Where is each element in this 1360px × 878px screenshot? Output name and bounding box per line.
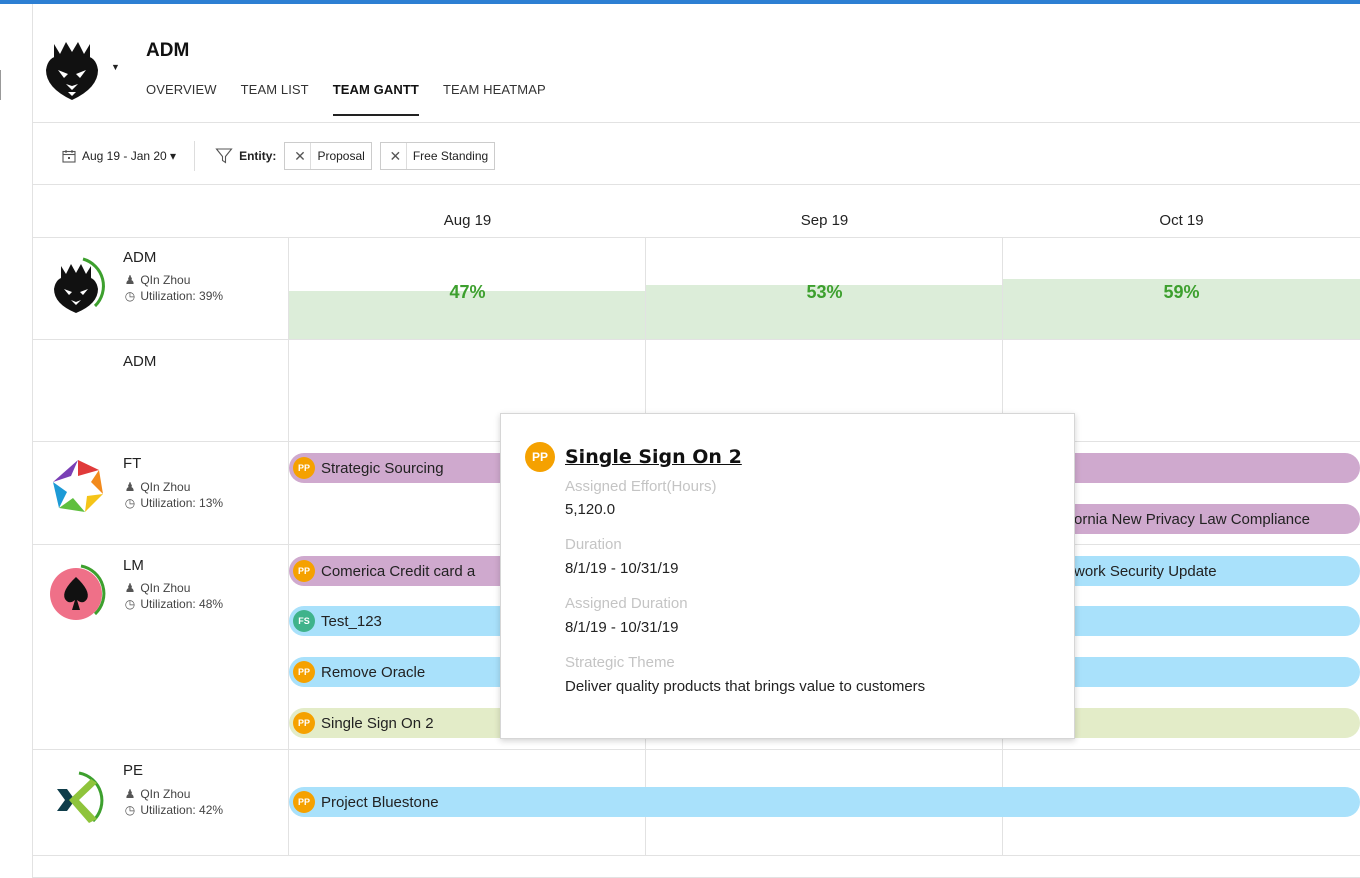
utilization-percent: 53%: [806, 282, 843, 302]
resource-utilization: Utilization: 13%: [140, 496, 224, 510]
chip-label: Proposal: [317, 149, 365, 163]
project-bar-label: Test_123: [321, 612, 382, 630]
header-divider: [33, 122, 1360, 123]
tab-overview[interactable]: OVERVIEW: [146, 82, 217, 116]
lm-spade-avatar: [50, 564, 106, 620]
tab-bar: OVERVIEW TEAM LIST TEAM GANTT TEAM HEATM…: [146, 82, 570, 116]
entity-label: Entity:: [239, 149, 277, 163]
resource-meta: ♟ QIn Zhou ◷ Utilization: 39%: [123, 272, 223, 304]
proposal-badge-icon: PP: [293, 560, 315, 582]
proposal-badge-icon: PP: [293, 457, 315, 479]
proposal-badge-icon: PP: [525, 442, 555, 472]
logo-dropdown-caret-icon[interactable]: ▼: [111, 62, 120, 72]
project-bar-label: Project Bluestone: [321, 793, 439, 811]
project-bar-label: Comerica Credit card a: [321, 562, 476, 580]
resource-name: LM: [123, 557, 144, 574]
lion-logo-icon[interactable]: [34, 30, 110, 106]
utilization-percent: 59%: [1163, 282, 1200, 302]
calendar-icon: [62, 150, 76, 163]
clock-icon: ◷: [124, 496, 136, 510]
row-divider: [33, 339, 1360, 340]
date-range-label: Aug 19 - Jan 20 ▾: [82, 149, 177, 163]
project-bar-label: Remove Oracle: [321, 663, 426, 681]
project-bar-label: Strategic Sourcing: [321, 459, 444, 477]
row-divider: [33, 237, 1360, 238]
resource-meta: ♟ QIn Zhou ◷ Utilization: 13%: [123, 479, 223, 511]
project-tooltip: PP Single Sign On 2 Assigned Effort(Hour…: [500, 413, 1075, 739]
adm-lion-avatar: [54, 257, 105, 313]
tooltip-field-label: Assigned Duration: [565, 595, 688, 612]
pe-chevron-avatar: [57, 771, 104, 823]
tab-team-heatmap[interactable]: TEAM HEATMAP: [443, 82, 546, 116]
tab-team-list[interactable]: TEAM LIST: [241, 82, 309, 116]
resource-owner: QIn Zhou: [140, 787, 191, 801]
project-bar-label: ornia New Privacy Law Compliance: [1074, 510, 1310, 528]
tooltip-field-label: Strategic Theme: [565, 654, 675, 671]
tooltip-field-value: Deliver quality products that brings val…: [565, 678, 926, 695]
tooltip-field-label: Duration: [565, 536, 622, 553]
user-icon: ♟: [124, 273, 136, 287]
free-standing-badge-icon: FS: [293, 610, 315, 632]
date-range-picker[interactable]: Aug 19 - Jan 20 ▾: [62, 149, 176, 163]
proposal-badge-icon: PP: [293, 661, 315, 683]
resource-name: ADM: [123, 249, 157, 266]
project-bar[interactable]: PP Project Bluestone: [289, 787, 1360, 817]
resource-meta: ♟ QIn Zhou ◷ Utilization: 42%: [123, 786, 223, 818]
tooltip-field-value: 5,120.0: [565, 501, 616, 518]
month-header: Sep 19: [800, 212, 849, 229]
filter-bar: Aug 19 - Jan 20 ▾ Entity: ✕ Proposal ✕ F…: [62, 141, 503, 171]
user-icon: ♟: [124, 480, 136, 494]
proposal-badge-icon: PP: [293, 791, 315, 813]
filter-divider: [194, 141, 196, 171]
filter-icon[interactable]: [215, 147, 233, 165]
user-icon: ♟: [124, 581, 136, 595]
project-bar[interactable]: ornia New Privacy Law Compliance: [1068, 504, 1360, 534]
remove-chip-icon[interactable]: ✕: [289, 143, 312, 169]
page-title: ADM: [146, 40, 190, 61]
clock-icon: ◷: [124, 597, 136, 611]
remove-chip-icon[interactable]: ✕: [385, 143, 407, 169]
month-header: Aug 19: [443, 212, 492, 229]
resource-utilization: Utilization: 42%: [140, 803, 224, 817]
chip-free-standing[interactable]: ✕ Free Standing: [379, 142, 496, 170]
filter-bar-divider: [33, 184, 1360, 185]
proposal-badge-icon: PP: [293, 712, 315, 734]
tooltip-header: PP Single Sign On 2: [525, 442, 742, 472]
utilization-percent: 47%: [449, 282, 486, 302]
resource-name: FT: [123, 455, 142, 472]
tooltip-field-value: 8/1/19 - 10/31/19: [565, 560, 679, 577]
tooltip-project-link[interactable]: Single Sign On 2: [565, 446, 742, 468]
row-divider: [33, 749, 1360, 750]
resource-utilization: Utilization: 39%: [140, 289, 224, 303]
chip-proposal[interactable]: ✕ Proposal: [284, 142, 372, 170]
tab-team-gantt[interactable]: TEAM GANTT: [332, 82, 419, 116]
resource-owner: QIn Zhou: [140, 581, 191, 595]
resource-meta: ♟ QIn Zhou ◷ Utilization: 48%: [123, 580, 223, 612]
ft-hexagon-avatar: [53, 460, 103, 512]
clock-icon: ◷: [124, 803, 136, 817]
left-edge-divider: [0, 70, 1, 100]
project-bar-label: work Security Update: [1074, 562, 1217, 580]
project-bar-label: Single Sign On 2: [321, 714, 434, 732]
tooltip-field-label: Assigned Effort(Hours): [565, 478, 717, 495]
resource-owner: QIn Zhou: [140, 480, 191, 494]
chip-label: Free Standing: [412, 149, 489, 163]
resource-owner: QIn Zhou: [140, 273, 191, 287]
resource-name: PE: [123, 762, 144, 779]
clock-icon: ◷: [124, 289, 136, 303]
month-header: Oct 19: [1159, 212, 1204, 229]
project-bar[interactable]: work Security Update: [1068, 556, 1360, 586]
project-bar[interactable]: PP Comerica Credit card a: [289, 556, 501, 586]
resource-utilization: Utilization: 48%: [140, 597, 224, 611]
tooltip-field-value: 8/1/19 - 10/31/19: [565, 619, 679, 636]
user-icon: ♟: [124, 787, 136, 801]
resource-name: ADM: [123, 353, 157, 370]
row-divider: [33, 855, 1360, 856]
